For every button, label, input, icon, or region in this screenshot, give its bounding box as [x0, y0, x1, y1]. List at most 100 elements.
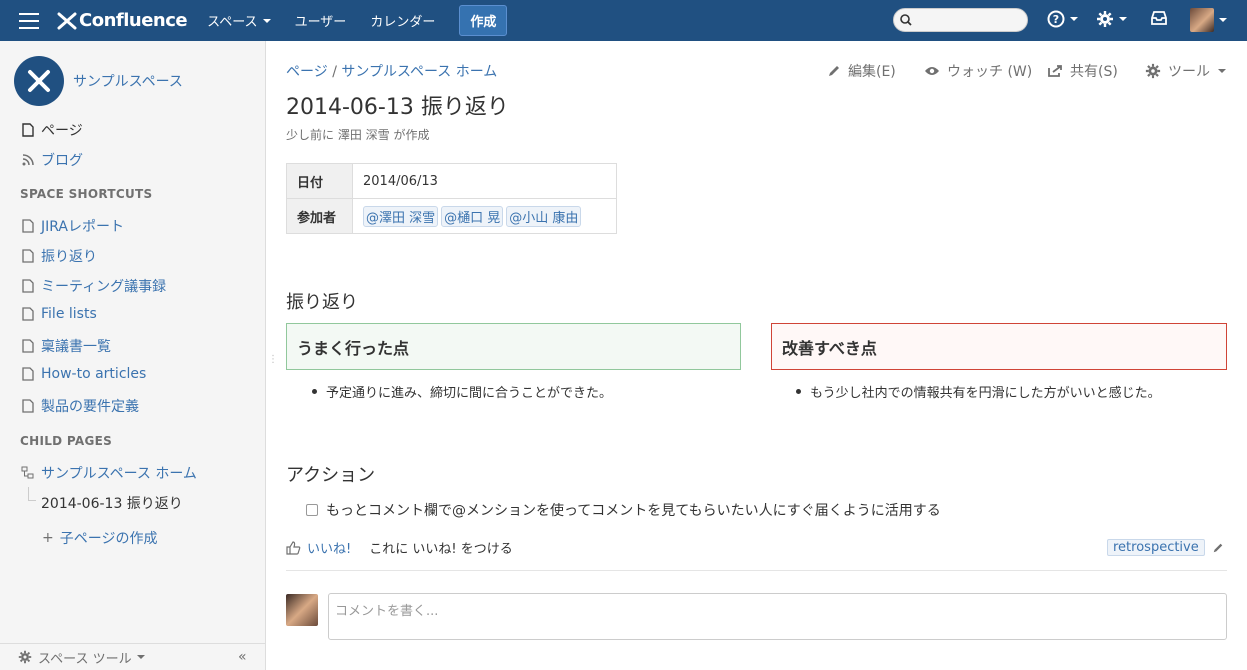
action-heading: アクション: [286, 465, 376, 486]
improve-panel: 改善すべき点: [771, 323, 1227, 370]
breadcrumb-separator: /: [332, 64, 342, 80]
page-icon: [20, 248, 36, 264]
user-mention[interactable]: @澤田 深雪: [363, 205, 439, 227]
like-button[interactable]: いいね!: [307, 538, 351, 557]
inbox-icon: [1151, 11, 1167, 25]
tools-menu[interactable]: ツール: [1145, 61, 1226, 81]
user-menu[interactable]: [1190, 8, 1227, 32]
eye-icon: [925, 67, 939, 75]
chevron-down-icon: [262, 18, 271, 23]
breadcrumb-pages[interactable]: ページ: [286, 64, 328, 80]
sidebar-item-pages[interactable]: ページ: [20, 120, 83, 140]
page-title: 2014-06-13 振り返り: [286, 95, 509, 120]
sidebar-item-label: File lists: [41, 306, 97, 322]
sidebar: サンプルスペース ページ ブログ SPACE SHORTCUTS JIRAレポー…: [0, 41, 278, 670]
search-box[interactable]: [893, 8, 1028, 32]
share-label: 共有(S): [1070, 64, 1118, 80]
confluence-x-icon: [57, 12, 77, 29]
nav-people[interactable]: ユーザー: [295, 11, 347, 30]
search-input[interactable]: [916, 13, 1016, 27]
divider: [286, 570, 1227, 571]
page-icon: [20, 218, 36, 234]
tree-connector: [28, 487, 36, 501]
confluence-logo[interactable]: Confluence: [57, 10, 188, 31]
svg-text:?: ?: [1053, 13, 1059, 26]
comment-input[interactable]: コメントを書く...: [328, 593, 1227, 640]
sidebar-item-file-lists[interactable]: File lists: [20, 306, 97, 322]
edit-button[interactable]: 編集(E): [827, 61, 896, 81]
nav-spaces-label: スペース: [207, 15, 258, 30]
search-icon: [900, 14, 912, 26]
chevron-down-icon: [1070, 17, 1078, 21]
sidebar-item-blog[interactable]: ブログ: [20, 150, 83, 170]
create-child-label: 子ページの作成: [59, 531, 158, 547]
nav-calendar-label: カレンダー: [370, 15, 436, 30]
watch-button[interactable]: ウォッチ (W): [924, 61, 1032, 81]
sidebar-item-meeting-notes[interactable]: ミーティング議事録: [20, 276, 166, 296]
page-icon: [20, 338, 36, 354]
settings-menu[interactable]: [1096, 10, 1127, 28]
sidebar-item-requirements[interactable]: 製品の要件定義: [20, 396, 139, 416]
tools-label: ツール: [1168, 64, 1210, 80]
list-item: 予定通りに進み、締切に間に合うことができた。: [312, 382, 612, 401]
participants-value: @澤田 深雪 @樋口 晃 @小山 康由: [352, 198, 617, 234]
page-icon: [20, 278, 36, 294]
page-icon: [20, 122, 36, 138]
task-checkbox[interactable]: [306, 504, 318, 516]
date-value: 2014/06/13: [352, 163, 617, 199]
sidebar-item-retrospective[interactable]: 振り返り: [20, 246, 97, 266]
task-item: もっとコメント欄で@メンションを使ってコメントを見てもらいたい人にすぐ届くように…: [306, 500, 941, 520]
page-properties-table: 日付 2014/06/13 参加者 @澤田 深雪 @樋口 晃 @小山 康由: [286, 163, 617, 234]
share-button[interactable]: 共有(S): [1047, 61, 1118, 81]
table-row: 日付 2014/06/13: [286, 163, 617, 199]
list-item: もう少し社内での情報共有を円滑にした方がいいと感じた。: [796, 382, 1161, 401]
watch-label: ウォッチ (W): [947, 64, 1033, 80]
user-mention[interactable]: @小山 康由: [506, 205, 582, 227]
create-button[interactable]: 作成: [459, 5, 508, 36]
sidebar-item-jira-report[interactable]: JIRAレポート: [20, 216, 124, 236]
chevron-down-icon: [1219, 18, 1227, 22]
avatar: [1190, 8, 1214, 32]
space-tools-label: スペース ツール: [38, 651, 132, 667]
create-child-page-button[interactable]: + 子ページの作成: [42, 528, 157, 548]
breadcrumb: ページ / サンプルスペース ホーム: [286, 61, 497, 81]
edit-labels-icon[interactable]: [1212, 542, 1224, 554]
breadcrumb-space-home[interactable]: サンプルスペース ホーム: [341, 64, 497, 80]
gear-icon: [1145, 63, 1161, 79]
space-logo[interactable]: [14, 56, 64, 106]
tree-item-home[interactable]: サンプルスペース ホーム: [20, 463, 197, 483]
sidebar-item-label: ミーティング議事録: [41, 279, 167, 295]
tree-item-current[interactable]: 2014-06-13 振り返り: [41, 493, 183, 513]
top-nav-bar: Confluence スペース ユーザー カレンダー 作成 ?: [0, 0, 1247, 41]
like-row: いいね! これに いいね! をつける: [286, 538, 513, 557]
sidebar-item-how-to[interactable]: How-to articles: [20, 366, 146, 382]
sidebar-item-label: JIRAレポート: [41, 219, 124, 235]
bullet-icon: [312, 389, 317, 394]
label-tag[interactable]: retrospective: [1107, 539, 1205, 556]
plus-icon: +: [42, 530, 54, 546]
nav-spaces[interactable]: スペース: [207, 11, 271, 30]
notifications-button[interactable]: [1150, 10, 1168, 26]
nav-calendar[interactable]: カレンダー: [370, 11, 435, 30]
list-item-text: 予定通りに進み、締切に間に合うことができた。: [326, 386, 613, 401]
user-mention[interactable]: @樋口 晃: [441, 205, 504, 227]
tree-item-label: 2014-06-13 振り返り: [41, 496, 183, 512]
chevron-down-icon: [136, 655, 145, 659]
space-name-link[interactable]: サンプルスペース: [73, 71, 183, 91]
table-row: 参加者 @澤田 深雪 @樋口 晃 @小山 康由: [286, 198, 617, 234]
sidebar-item-label: 製品の要件定義: [41, 399, 139, 415]
collapse-sidebar-icon[interactable]: «: [238, 649, 247, 665]
shortcuts-heading: SPACE SHORTCUTS: [20, 187, 153, 201]
rss-icon: [20, 152, 36, 168]
chevron-down-icon: [1218, 69, 1226, 73]
participants-label: 参加者: [286, 198, 353, 234]
help-menu[interactable]: ?: [1047, 10, 1078, 28]
sidebar-item-approvals[interactable]: 稟議書一覧: [20, 336, 111, 356]
retro-heading: 振り返り: [286, 292, 358, 313]
space-tools-bar[interactable]: スペース ツール «: [0, 643, 265, 670]
menu-icon[interactable]: [19, 12, 39, 29]
thumbs-up-icon[interactable]: [286, 540, 301, 555]
pencil-icon: [829, 66, 839, 76]
sidebar-item-label: How-to articles: [41, 366, 147, 382]
help-icon: ?: [1047, 10, 1065, 28]
